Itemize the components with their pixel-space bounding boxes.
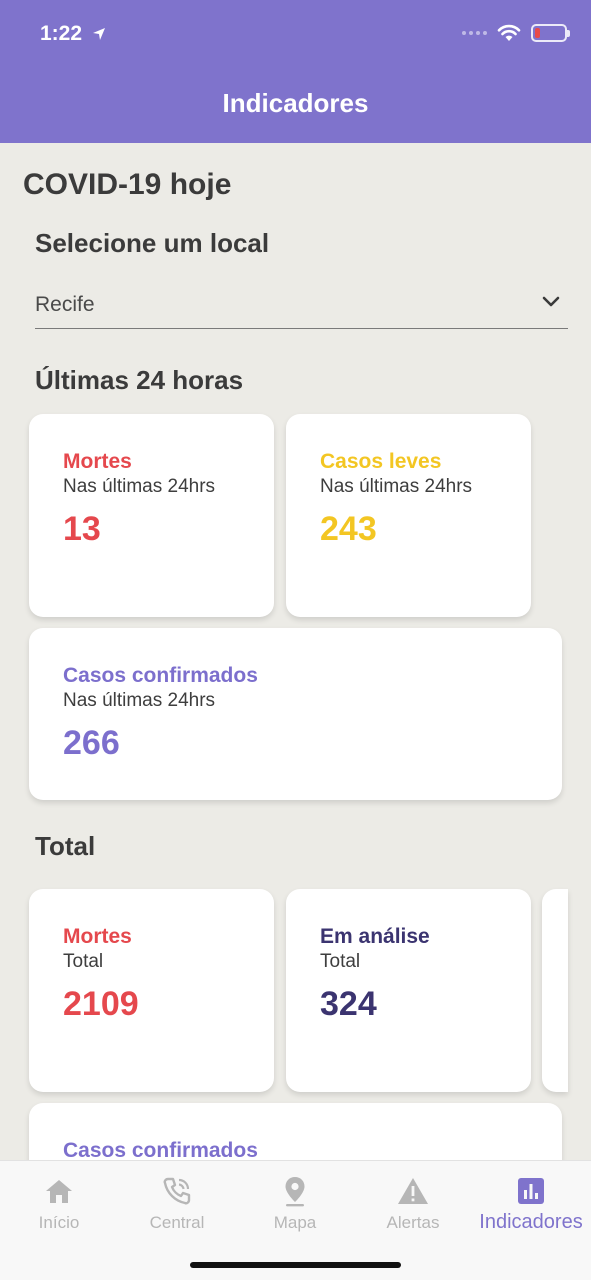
warning-icon [398, 1178, 428, 1204]
tab-alertas[interactable]: Alertas [354, 1175, 472, 1233]
tab-mapa[interactable]: Mapa [236, 1175, 354, 1233]
status-time-text: 1:22 [40, 22, 83, 45]
card-value: 243 [320, 510, 377, 548]
card-deaths-24h: Mortes Nas últimas 24hrs 13 [29, 414, 274, 617]
status-indicators [462, 24, 570, 42]
location-select-label: Selecione um local [35, 228, 270, 258]
card-value: 2109 [63, 985, 139, 1023]
map-pin-icon [285, 1177, 305, 1207]
card-title: Mortes [63, 925, 132, 948]
card-under-analysis-total: Em análise Total 324 [286, 889, 531, 1092]
card-subtitle: Total [63, 951, 104, 972]
card-title: Casos leves [320, 450, 442, 473]
card-deaths-total: Mortes Total 2109 [29, 889, 274, 1092]
bar-chart-icon [518, 1178, 544, 1204]
cellular-signal-icon [462, 31, 487, 35]
card-subtitle: Nas últimas 24hrs [63, 476, 216, 497]
home-icon [46, 1180, 72, 1203]
tab-label: Início [38, 1213, 80, 1232]
card-title: Mortes [63, 450, 132, 473]
location-select[interactable]: Recife [35, 288, 568, 329]
card-subtitle: Nas últimas 24hrs [320, 476, 473, 497]
card-title: Em análise [320, 925, 430, 948]
card-value: 324 [320, 985, 377, 1023]
tab-inicio[interactable]: Início [0, 1175, 118, 1233]
tab-label: Mapa [273, 1213, 317, 1232]
card-mild-cases-24h: Casos leves Nas últimas 24hrs 243 [286, 414, 531, 617]
page-heading: COVID-19 hoje [23, 168, 232, 201]
section-title-last-24h: Últimas 24 horas [35, 365, 244, 395]
location-arrow-icon [92, 28, 105, 41]
home-indicator [190, 1262, 401, 1268]
battery-icon [531, 24, 570, 42]
card-subtitle: Total [320, 951, 361, 972]
tab-label: Indicadores [479, 1211, 583, 1233]
section-title-total: Total [35, 831, 96, 861]
tab-label: Central [149, 1213, 205, 1232]
card-confirmed-24h: Casos confirmados Nas últimas 24hrs 266 [29, 628, 562, 800]
wifi-icon [497, 24, 521, 41]
card-value: 13 [63, 510, 101, 548]
card-partial-total [542, 889, 568, 1092]
status-time: 1:22 [40, 22, 106, 46]
chevron-down-icon [542, 296, 560, 307]
card-subtitle: Nas últimas 24hrs [63, 690, 216, 711]
tab-label: Alertas [386, 1213, 440, 1232]
app-header: 1:22 Indicadores [0, 0, 591, 143]
phone-icon [163, 1177, 191, 1205]
tab-indicadores[interactable]: Indicadores [472, 1175, 590, 1234]
tab-central[interactable]: Central [118, 1175, 236, 1233]
card-value: 266 [63, 724, 120, 762]
location-select-value: Recife [35, 293, 95, 316]
card-title: Casos confirmados [63, 664, 258, 687]
page-title: Indicadores [222, 88, 369, 118]
